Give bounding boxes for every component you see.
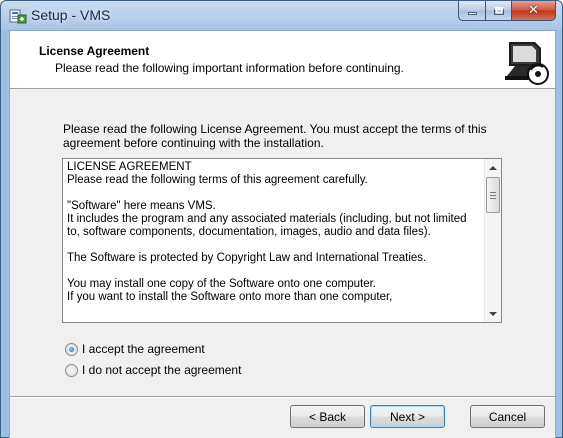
maximize-button[interactable]	[486, 1, 512, 21]
next-button[interactable]: Next >	[370, 405, 445, 428]
window-title: Setup - VMS	[31, 7, 111, 23]
wizard-header: License Agreement Please read the follow…	[10, 31, 555, 89]
caption-buttons: ✕	[458, 1, 556, 21]
scroll-up-button[interactable]	[485, 159, 501, 176]
close-icon: ✕	[528, 3, 539, 18]
computer-install-icon	[501, 36, 551, 86]
maximize-icon	[493, 6, 504, 15]
license-text: LICENSE AGREEMENT Please read the follow…	[67, 161, 480, 304]
wizard-client-area: License Agreement Please read the follow…	[9, 30, 556, 438]
scroll-thumb[interactable]	[486, 177, 500, 213]
decline-label[interactable]: I do not accept the agreement	[82, 363, 241, 377]
minimize-icon	[467, 12, 477, 15]
scroll-down-button[interactable]	[485, 305, 501, 322]
accept-agreement-option[interactable]: I accept the agreement	[65, 342, 205, 356]
accept-radio[interactable]	[65, 342, 78, 356]
license-blank-line	[67, 187, 480, 200]
license-line: If you want to install the Software onto…	[67, 291, 393, 303]
grip-icon	[490, 192, 496, 201]
page-subtitle: Please read the following important info…	[55, 61, 404, 75]
license-blank-line	[67, 239, 480, 252]
cancel-button[interactable]: Cancel	[470, 405, 545, 428]
button-area-divider	[10, 396, 555, 398]
license-line: Please read the following terms of this …	[67, 174, 368, 186]
page-title: License Agreement	[39, 44, 150, 58]
license-line: "Software" here means VMS.	[67, 200, 216, 212]
license-blank-line	[67, 265, 480, 278]
vertical-scrollbar[interactable]	[484, 159, 501, 322]
back-button[interactable]: < Back	[290, 405, 365, 428]
arrow-down-icon	[489, 311, 497, 316]
license-instructions: Please read the following License Agreem…	[63, 122, 487, 150]
decline-agreement-option[interactable]: I do not accept the agreement	[65, 363, 241, 377]
license-line: You may install one copy of the Software…	[67, 278, 376, 290]
arrow-up-icon	[489, 165, 497, 170]
decline-radio[interactable]	[65, 363, 78, 377]
setup-installer-icon	[9, 9, 27, 24]
license-line: It includes the program and any associat…	[67, 213, 467, 238]
minimize-button[interactable]	[458, 1, 486, 21]
setup-window: Setup - VMS ✕ License Agreement Please r…	[0, 0, 563, 438]
license-line: LICENSE AGREEMENT	[67, 161, 192, 173]
close-button[interactable]: ✕	[512, 1, 556, 21]
license-line: The Software is protected by Copyright L…	[67, 252, 427, 264]
accept-label[interactable]: I accept the agreement	[82, 342, 205, 356]
license-text-box[interactable]: LICENSE AGREEMENT Please read the follow…	[62, 158, 502, 323]
title-bar[interactable]: Setup - VMS ✕	[1, 1, 562, 29]
